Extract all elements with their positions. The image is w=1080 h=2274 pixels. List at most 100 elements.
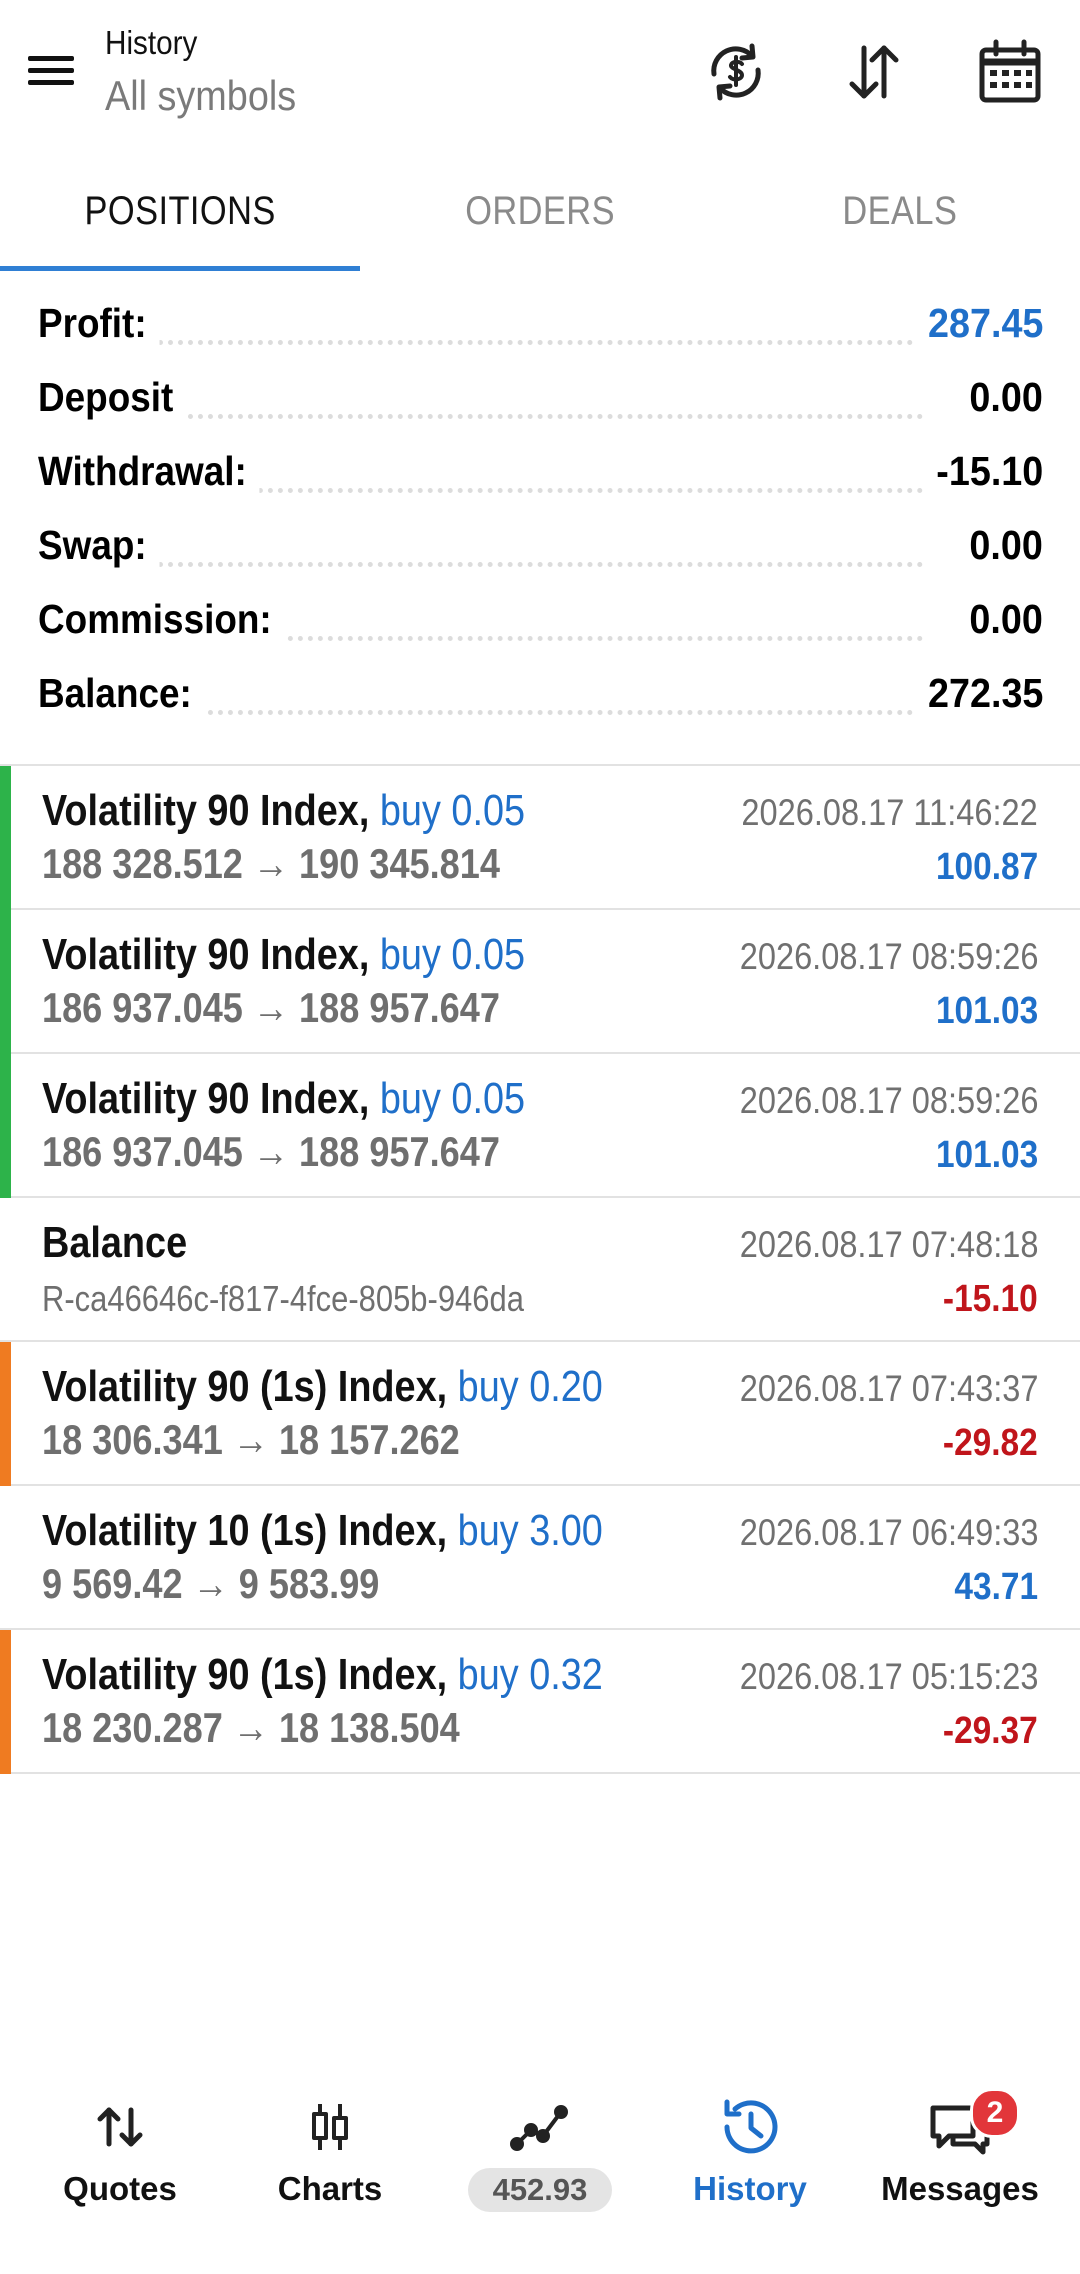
profit-marker (0, 766, 11, 910)
deal-time: 2026.08.17 08:59:26 (739, 1080, 1038, 1121)
summary-value: 0.00 (956, 596, 1043, 643)
deal-title: Volatility 10 (1s) Index, buy 3.00 (42, 1506, 603, 1556)
dotted-leader (158, 562, 923, 567)
deal-action: buy 0.32 (457, 1650, 603, 1699)
sort-arrows-icon[interactable] (838, 36, 910, 108)
nav-label: Charts (277, 2170, 383, 2207)
nav-label: Messages (881, 2170, 1039, 2207)
tab-positions[interactable]: POSITIONS (0, 150, 360, 272)
nav-quotes[interactable]: Quotes (12, 2060, 228, 2274)
nav-charts[interactable]: Charts (222, 2060, 438, 2274)
deal-symbol: Volatility 10 (1s) Index, (42, 1506, 448, 1555)
quotes-arrows-icon (85, 2092, 155, 2162)
deal-title: Volatility 90 Index, buy 0.05 (42, 930, 525, 980)
nav-label: Quotes (63, 2170, 177, 2207)
tab-label: POSITIONS (84, 189, 276, 233)
nav-trade[interactable]: 452.93 (432, 2060, 648, 2274)
nav-label: History (693, 2170, 807, 2207)
deal-title: Volatility 90 Index, buy 0.05 (42, 1074, 525, 1124)
deal-time: 2026.08.17 08:59:26 (739, 936, 1038, 977)
history-clock-icon (715, 2092, 785, 2162)
deal-prices: 188 328.512 → 190 345.814 (42, 840, 500, 887)
list-item[interactable]: Balance R-ca46646c-f817-4fce-805b-946da … (0, 1198, 1080, 1342)
deal-symbol: Volatility 90 Index, (42, 786, 370, 835)
deal-profit: 43.71 (954, 1566, 1038, 1608)
tab-label: ORDERS (465, 189, 615, 233)
deal-symbol: Volatility 90 (1s) Index, (42, 1650, 448, 1699)
loss-marker (0, 1342, 11, 1486)
deal-prices: 186 937.045 → 188 957.647 (42, 984, 500, 1031)
summary-label: Swap: (38, 522, 160, 569)
summary-label: Withdrawal: (38, 448, 260, 495)
history-tabs: POSITIONS ORDERS DEALS (0, 150, 1080, 272)
deal-symbol: Volatility 90 (1s) Index, (42, 1362, 448, 1411)
active-tab-indicator (0, 266, 360, 271)
deal-profit: 101.03 (935, 990, 1038, 1032)
deal-prices: 18 306.341 → 18 157.262 (42, 1416, 460, 1463)
deal-profit: -15.10 (943, 1278, 1038, 1320)
dotted-leader (158, 488, 923, 493)
deal-profit: 100.87 (935, 846, 1038, 888)
deal-title: Balance (42, 1218, 187, 1268)
summary-row-commission: Commission: 0.00 (38, 596, 1043, 656)
summary-row-deposit: Deposit 0.00 (38, 374, 1043, 434)
hamburger-menu-icon[interactable] (22, 48, 80, 92)
summary-label: Commission: (38, 596, 285, 643)
deal-title: Volatility 90 (1s) Index, buy 0.32 (42, 1650, 603, 1700)
deal-symbol: Volatility 90 Index, (42, 1074, 370, 1123)
deal-action: buy 3.00 (457, 1506, 603, 1555)
candlestick-icon (295, 2092, 365, 2162)
deal-time: 2026.08.17 11:46:22 (741, 792, 1038, 833)
nav-history[interactable]: History (642, 2060, 858, 2274)
symbol-filter[interactable]: All symbols (105, 72, 296, 120)
deal-time: 2026.08.17 07:43:37 (739, 1368, 1038, 1409)
summary-label: Balance: (38, 670, 205, 717)
currency-sync-icon[interactable] (700, 36, 772, 108)
profit-marker (0, 910, 11, 1054)
list-item[interactable]: Volatility 90 Index, buy 0.05 186 937.04… (0, 910, 1080, 1054)
summary-label: Deposit (38, 374, 186, 421)
list-item[interactable]: Volatility 90 Index, buy 0.05 186 937.04… (0, 1054, 1080, 1198)
deal-prices: 18 230.287 → 18 138.504 (42, 1704, 460, 1751)
unread-badge: 2 (970, 2088, 1020, 2138)
deal-prices: 9 569.42 → 9 583.99 (42, 1560, 380, 1607)
summary-row-balance: Balance: 272.35 (38, 670, 1043, 730)
summary-value: 272.35 (914, 670, 1043, 717)
deal-time: 2026.08.17 07:48:18 (739, 1224, 1038, 1265)
summary-row-withdrawal: Withdrawal: -15.10 (38, 448, 1043, 508)
tab-orders[interactable]: ORDERS (360, 150, 720, 272)
trade-line-icon (505, 2092, 575, 2162)
list-item[interactable]: Volatility 90 (1s) Index, buy 0.20 18 30… (0, 1342, 1080, 1486)
account-equity-value: 452.93 (468, 2168, 612, 2212)
deal-time: 2026.08.17 05:15:23 (739, 1656, 1038, 1697)
tab-deals[interactable]: DEALS (720, 150, 1080, 272)
deal-action: buy 0.05 (379, 1074, 526, 1123)
dotted-leader (158, 340, 923, 345)
summary-value: -15.10 (923, 448, 1043, 495)
deal-profit: -29.82 (943, 1422, 1038, 1464)
list-item[interactable]: Volatility 90 (1s) Index, buy 0.32 18 23… (0, 1630, 1080, 1774)
calendar-icon[interactable] (974, 36, 1046, 108)
nav-messages[interactable]: 2 Messages (852, 2060, 1068, 2274)
deal-symbol: Balance (42, 1218, 188, 1267)
deal-time: 2026.08.17 06:49:33 (739, 1512, 1038, 1553)
dotted-leader (158, 414, 923, 419)
summary-value: 0.00 (956, 374, 1043, 421)
deal-action: buy 0.05 (379, 930, 526, 979)
summary-label: Profit: (38, 300, 160, 347)
deal-title: Volatility 90 Index, buy 0.05 (42, 786, 525, 836)
deal-symbol: Volatility 90 Index, (42, 930, 370, 979)
summary-row-swap: Swap: 0.00 (38, 522, 1043, 582)
deal-action: buy 0.05 (379, 786, 526, 835)
deal-comment: R-ca46646c-f817-4fce-805b-946da (42, 1278, 524, 1319)
page-title: History (105, 24, 198, 61)
summary-value: 0.00 (956, 522, 1043, 569)
tab-label: DEALS (842, 189, 958, 233)
list-item[interactable]: Volatility 90 Index, buy 0.05 188 328.51… (0, 766, 1080, 910)
list-item[interactable]: Volatility 10 (1s) Index, buy 3.00 9 569… (0, 1486, 1080, 1630)
top-app-bar: History All symbols (0, 0, 1080, 150)
summary-row-profit: Profit: 287.45 (38, 300, 1043, 360)
deal-profit: -29.37 (943, 1710, 1038, 1752)
bottom-navigation: Quotes Charts 452.93 History 2 Messages (0, 2060, 1080, 2274)
deal-action: buy 0.20 (457, 1362, 603, 1411)
